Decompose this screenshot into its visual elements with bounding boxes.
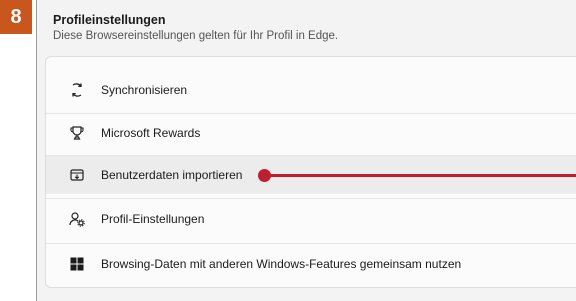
sidebar-item-sync[interactable]: Synchronisieren xyxy=(46,71,576,109)
divider xyxy=(46,243,576,244)
sidebar-item-rewards[interactable]: Microsoft Rewards xyxy=(46,114,576,152)
section-subtitle: Diese Browsereinstellungen gelten für Ih… xyxy=(53,30,339,42)
rewards-label: Microsoft Rewards xyxy=(101,126,201,140)
profile-settings-card: Synchronisieren Microsoft Rewards Benutz… xyxy=(45,56,576,288)
windows-icon xyxy=(69,256,85,272)
step-number-badge: 8 xyxy=(0,0,32,34)
sidebar-item-profile-settings[interactable]: Profil-Einstellungen xyxy=(46,200,576,238)
sync-label: Synchronisieren xyxy=(101,83,188,97)
profile-settings-label: Profil-Einstellungen xyxy=(101,212,205,226)
section-title: Profileinstellungen xyxy=(53,13,166,27)
sidebar-item-share-browsing-data[interactable]: Browsing-Daten mit anderen Windows-Featu… xyxy=(46,245,576,283)
trophy-icon xyxy=(69,125,85,141)
import-icon xyxy=(69,167,85,183)
divider xyxy=(46,198,576,199)
callout-pointer-dot xyxy=(258,169,271,182)
import-data-label: Benutzerdaten importieren xyxy=(101,168,243,182)
callout-pointer-line xyxy=(265,174,576,177)
share-browsing-data-label: Browsing-Daten mit anderen Windows-Featu… xyxy=(101,257,462,271)
profile-settings-icon xyxy=(69,211,85,227)
sync-icon xyxy=(69,82,85,98)
